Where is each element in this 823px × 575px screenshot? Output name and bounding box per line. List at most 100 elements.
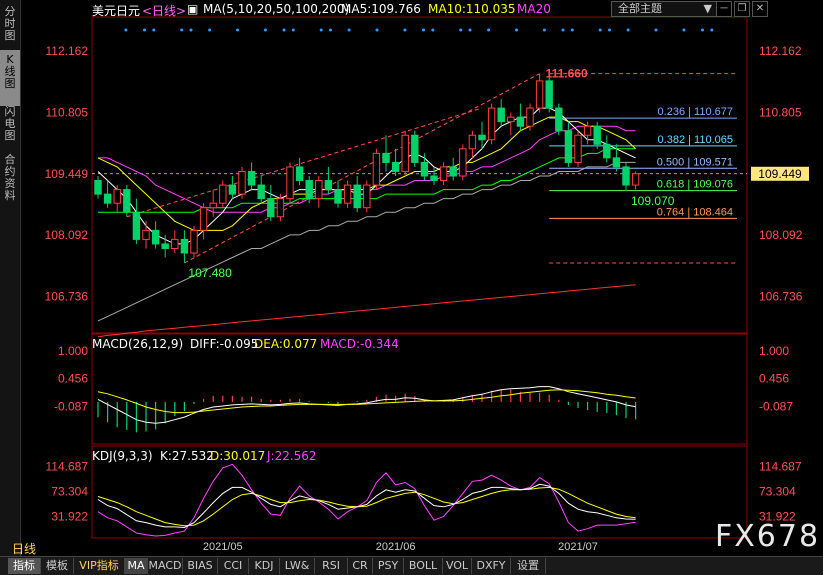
indicator-tab[interactable]: 设置 xyxy=(511,558,546,574)
chevron-down-icon: ▼ xyxy=(703,2,712,15)
event-marker xyxy=(236,28,239,32)
candle-up xyxy=(535,80,544,109)
event-marker xyxy=(570,28,574,32)
candle-down xyxy=(516,116,525,127)
candle-down xyxy=(449,166,457,177)
candle-up xyxy=(343,184,352,204)
indicator-tab[interactable]: DXFY xyxy=(472,558,511,574)
indicator-tab[interactable]: PSY xyxy=(373,558,404,574)
event-marker xyxy=(329,28,332,32)
candle-up xyxy=(439,166,448,182)
fib-level-label: 0.500 | 109.571 xyxy=(657,156,733,168)
candle-down xyxy=(161,243,169,249)
event-marker xyxy=(487,28,491,32)
dropdown-icon[interactable]: ▣ xyxy=(187,2,198,16)
candle-up xyxy=(315,180,323,200)
minimize-icon[interactable]: ─ xyxy=(716,1,732,17)
candle-down xyxy=(564,130,573,163)
event-marker xyxy=(291,28,295,32)
low-annotation: 107.480 xyxy=(188,266,232,280)
candle-up xyxy=(631,173,640,186)
candle-down xyxy=(295,166,304,182)
kdj-tick-label-right: 114.687 xyxy=(759,459,802,473)
recent-low-annotation: 109.070 xyxy=(631,194,675,208)
side-tab-timeshare[interactable]: 分时图 xyxy=(0,6,20,46)
watermark-logo: FX678 xyxy=(715,519,821,554)
price-tick-label-right: 110.805 xyxy=(759,105,802,119)
candle-up xyxy=(507,116,515,123)
candle-up xyxy=(190,229,198,254)
candle-down xyxy=(247,170,256,186)
candle-up xyxy=(209,202,217,209)
indicator-tab[interactable]: MACD xyxy=(148,558,183,574)
ma5-value: MA5:109.766 xyxy=(341,2,421,16)
event-marker xyxy=(319,28,323,32)
event-marker xyxy=(710,28,714,32)
period-indicator: 日线 xyxy=(12,542,37,556)
close-icon[interactable]: ✕ xyxy=(752,1,768,17)
indicator-tab[interactable]: VIP指标 xyxy=(74,558,125,574)
event-marker xyxy=(561,28,565,32)
macd-tick-label-left: 0.456 xyxy=(58,372,88,386)
theme-selector-label: 全部主题 xyxy=(618,2,662,15)
chart-canvas[interactable]: 112.162 112.162 110.805 110.805 109.449 109.4… xyxy=(21,0,823,574)
fib-level-label: 0.382 | 110.065 xyxy=(658,134,733,146)
macd-dea-value: DEA:0.077 xyxy=(254,337,318,351)
event-marker xyxy=(375,28,379,32)
trend-channel-line xyxy=(184,73,540,264)
candle-down xyxy=(391,161,400,172)
candle-up xyxy=(401,134,409,172)
x-axis-label: 2021/07 xyxy=(558,541,598,553)
candle-down xyxy=(545,80,553,109)
ma200-line xyxy=(97,284,636,338)
side-tab-contract-info[interactable]: 合约资料 xyxy=(0,154,20,210)
candle-down xyxy=(94,180,102,195)
event-marker xyxy=(701,28,704,32)
candle-up xyxy=(113,189,121,204)
side-tab-flash[interactable]: 闪电图 xyxy=(0,106,20,146)
price-tick-label-right: 112.162 xyxy=(759,44,802,58)
event-marker xyxy=(422,28,425,32)
price-tick-label-left: 112.162 xyxy=(46,44,89,58)
indicator-tab[interactable]: BOLL xyxy=(404,558,443,574)
macd-tick-label-left: -0.087 xyxy=(54,399,88,413)
restore-icon[interactable]: ❐ xyxy=(734,1,750,17)
kdj-k-value: K:27.532 xyxy=(160,449,214,463)
event-marker xyxy=(682,28,686,32)
indicator-tab[interactable]: MA xyxy=(125,558,148,574)
indicator-tab[interactable]: BIAS xyxy=(183,558,218,574)
candle-up xyxy=(171,238,179,249)
indicator-tab[interactable]: VOL xyxy=(443,558,472,574)
candle-down xyxy=(555,107,563,132)
event-marker xyxy=(180,28,184,32)
indicator-tab[interactable]: KDJ xyxy=(249,558,280,574)
event-marker xyxy=(282,28,286,32)
indicator-tab[interactable]: 模板 xyxy=(41,558,74,574)
side-tab-kline[interactable]: K线图 xyxy=(0,50,20,106)
ma20-value: MA20 xyxy=(517,2,551,16)
indicator-tab[interactable]: CCI xyxy=(218,558,249,574)
last-price-tag-label: 109.449 xyxy=(758,167,802,181)
high-annotation: 111.660 xyxy=(546,67,588,81)
indicator-tab[interactable]: LW& xyxy=(280,558,315,574)
kdj-params-label: KDJ(9,3,3) xyxy=(92,449,153,463)
event-marker xyxy=(347,28,351,32)
indicator-tab[interactable]: 指标 xyxy=(8,558,41,574)
candle-down xyxy=(497,107,505,123)
candle-down xyxy=(478,134,486,141)
event-marker xyxy=(654,28,658,32)
candle-down xyxy=(612,157,621,168)
event-marker xyxy=(189,28,193,32)
candle-down xyxy=(267,198,275,218)
indicator-tab[interactable]: RSI xyxy=(315,558,348,574)
kdj-d-line xyxy=(97,486,636,527)
candle-down xyxy=(334,189,342,204)
candle-down xyxy=(411,134,419,163)
macd-tick-label-right: 0.456 xyxy=(759,372,789,386)
kdj-j-value: J:22.562 xyxy=(267,449,317,463)
kdj-tick-label-left: 73.304 xyxy=(51,484,88,498)
candle-up xyxy=(487,107,496,141)
ma10-value: MA10:110.035 xyxy=(428,2,516,16)
indicator-tab[interactable]: CR xyxy=(348,558,373,574)
theme-selector[interactable]: 全部主题 ▼ xyxy=(611,1,717,17)
